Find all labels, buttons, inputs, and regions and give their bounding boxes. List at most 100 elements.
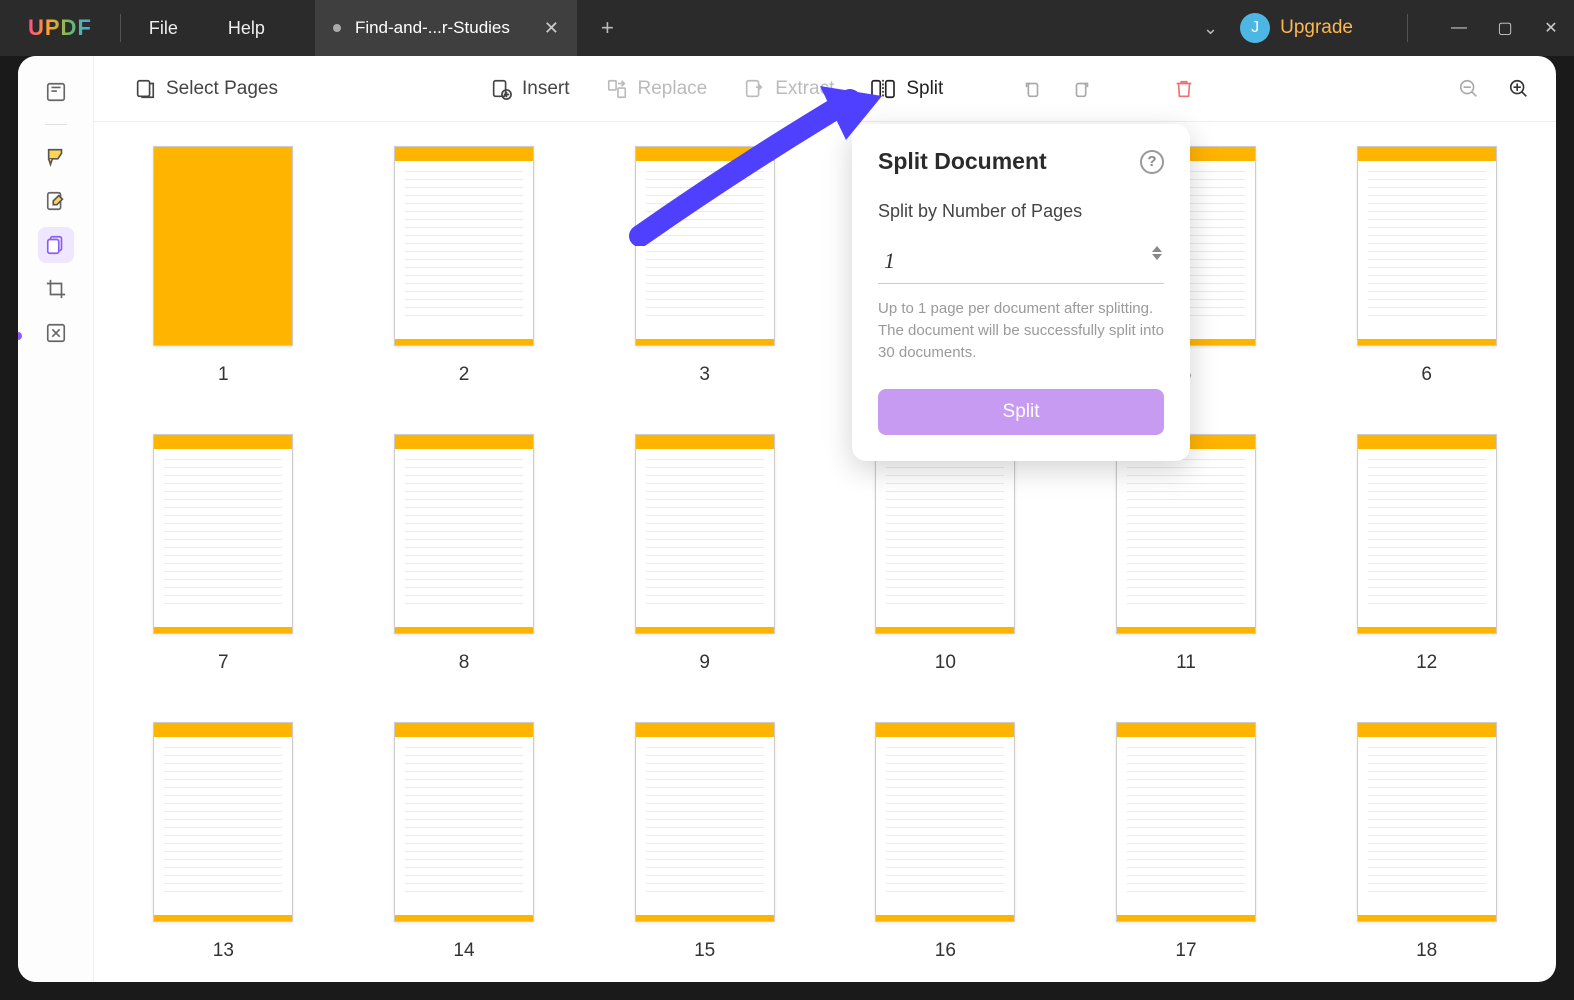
page-thumbnail[interactable]: 15: [611, 722, 798, 962]
close-button[interactable]: ✕: [1528, 0, 1574, 56]
stepper-down-icon[interactable]: [1152, 254, 1162, 260]
page-number: 3: [699, 364, 710, 386]
page-preview: [875, 722, 1015, 922]
pages-per-document-input[interactable]: [878, 238, 1164, 284]
page-preview: [153, 722, 293, 922]
app-window: Select Pages Insert Replace Extract Spli…: [18, 56, 1556, 982]
delete-icon[interactable]: [1167, 72, 1201, 106]
page-number: 2: [459, 364, 470, 386]
page-preview: [875, 434, 1015, 634]
page-thumbnail[interactable]: 7: [130, 434, 317, 674]
page-grid-scroll[interactable]: 123456789101112131415161718: [94, 122, 1556, 982]
popover-title: Split Document: [878, 148, 1047, 175]
page-thumbnail[interactable]: 8: [371, 434, 558, 674]
page-grid: 123456789101112131415161718: [130, 146, 1520, 962]
page-number: 7: [218, 652, 229, 674]
app-logo: UPDF: [28, 15, 92, 41]
page-preview: [394, 434, 534, 634]
organize-toolbar: Select Pages Insert Replace Extract Spli…: [94, 56, 1556, 122]
edit-mode-icon[interactable]: [38, 183, 74, 219]
page-number: 15: [694, 940, 715, 962]
tabs-dropdown-icon[interactable]: ⌄: [1203, 18, 1218, 39]
page-thumbnail[interactable]: 16: [852, 722, 1039, 962]
left-sidebar: [18, 56, 94, 982]
split-hint-text: Up to 1 page per document after splittin…: [878, 298, 1164, 363]
reader-mode-icon[interactable]: [38, 74, 74, 110]
page-thumbnail[interactable]: 9: [611, 434, 798, 674]
tab-close-button[interactable]: ✕: [544, 18, 559, 39]
page-number: 10: [935, 652, 956, 674]
page-preview: [1116, 722, 1256, 922]
page-number: 13: [213, 940, 234, 962]
page-thumbnail[interactable]: 2: [371, 146, 558, 386]
replace-button[interactable]: Replace: [596, 72, 718, 106]
content-area: Select Pages Insert Replace Extract Spli…: [94, 56, 1556, 982]
page-thumbnail[interactable]: 14: [371, 722, 558, 962]
page-number: 17: [1175, 940, 1196, 962]
page-thumbnail[interactable]: 11: [1093, 434, 1280, 674]
menu-help[interactable]: Help: [228, 18, 265, 39]
help-icon[interactable]: ?: [1140, 150, 1164, 174]
divider: [120, 14, 121, 42]
page-number: 9: [699, 652, 710, 674]
page-preview: [1357, 434, 1497, 634]
upgrade-link[interactable]: Upgrade: [1280, 17, 1353, 39]
replace-label: Replace: [638, 78, 708, 100]
page-preview: [153, 434, 293, 634]
page-number: 12: [1416, 652, 1437, 674]
split-by-label: Split by Number of Pages: [878, 201, 1164, 222]
sidebar-active-indicator: [18, 332, 22, 340]
page-thumbnail[interactable]: 10: [852, 434, 1039, 674]
page-preview: [635, 722, 775, 922]
split-label: Split: [906, 78, 943, 100]
rotate-right-icon[interactable]: [1065, 72, 1099, 106]
page-thumbnail[interactable]: 3: [611, 146, 798, 386]
page-thumbnail[interactable]: 12: [1333, 434, 1520, 674]
page-thumbnail[interactable]: 6: [1333, 146, 1520, 386]
page-preview: [1116, 434, 1256, 634]
divider: [1407, 14, 1408, 42]
extract-button[interactable]: Extract: [733, 72, 844, 106]
page-thumbnail[interactable]: 1: [130, 146, 317, 386]
window-controls: — ▢ ✕: [1436, 0, 1574, 56]
page-preview: [1357, 722, 1497, 922]
comment-mode-icon[interactable]: [38, 139, 74, 175]
document-tab[interactable]: Find-and-...r-Studies ✕: [315, 0, 577, 56]
maximize-button[interactable]: ▢: [1482, 0, 1528, 56]
tab-status-dot: [333, 24, 341, 32]
page-preview: [394, 146, 534, 346]
organize-pages-icon[interactable]: [38, 227, 74, 263]
page-number: 6: [1421, 364, 1432, 386]
input-stepper: [1152, 246, 1162, 260]
crop-mode-icon[interactable]: [38, 271, 74, 307]
menu-file[interactable]: File: [149, 18, 178, 39]
minimize-button[interactable]: —: [1436, 0, 1482, 56]
zoom-out-icon[interactable]: [1452, 72, 1486, 106]
page-number: 16: [935, 940, 956, 962]
page-preview: [153, 146, 293, 346]
page-number: 8: [459, 652, 470, 674]
page-number: 11: [1176, 652, 1196, 674]
split-confirm-button[interactable]: Split: [878, 389, 1164, 435]
page-preview: [635, 434, 775, 634]
page-preview: [1357, 146, 1497, 346]
select-pages-button[interactable]: Select Pages: [124, 72, 288, 106]
page-thumbnail[interactable]: 18: [1333, 722, 1520, 962]
tab-title: Find-and-...r-Studies: [355, 18, 510, 38]
zoom-in-icon[interactable]: [1502, 72, 1536, 106]
user-avatar[interactable]: J: [1240, 13, 1270, 43]
select-pages-label: Select Pages: [166, 78, 278, 100]
split-button[interactable]: Split: [860, 72, 953, 106]
page-number: 1: [218, 364, 229, 386]
page-thumbnail[interactable]: 13: [130, 722, 317, 962]
insert-button[interactable]: Insert: [480, 72, 580, 106]
page-thumbnail[interactable]: 17: [1093, 722, 1280, 962]
page-preview: [394, 722, 534, 922]
insert-label: Insert: [522, 78, 570, 100]
stepper-up-icon[interactable]: [1152, 246, 1162, 252]
extract-label: Extract: [775, 78, 834, 100]
new-tab-button[interactable]: +: [601, 15, 614, 41]
titlebar: UPDF File Help Find-and-...r-Studies ✕ +…: [0, 0, 1574, 56]
tools-mode-icon[interactable]: [38, 315, 74, 351]
rotate-left-icon[interactable]: [1015, 72, 1049, 106]
